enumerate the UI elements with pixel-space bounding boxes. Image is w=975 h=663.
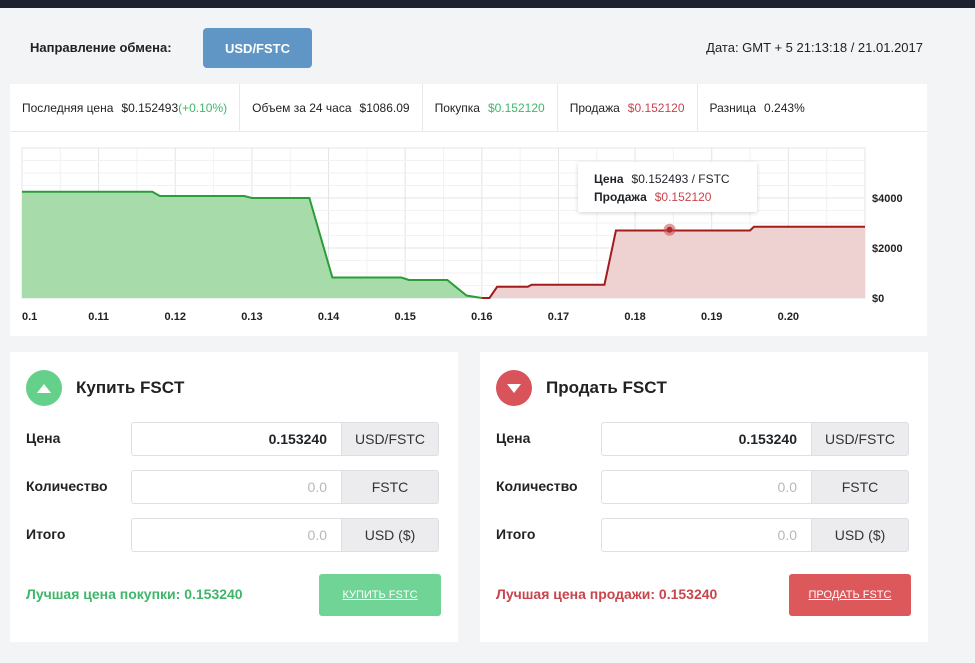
buy-qty-input[interactable]: 0.0 — [131, 470, 341, 504]
buy-title-text: Купить FSCT — [76, 378, 185, 397]
stat-label: Продажа — [569, 101, 620, 115]
stat-value: $0.152493 — [121, 101, 179, 115]
stat-last-price: Последняя цена $0.152493 (+0.10%) — [10, 84, 241, 132]
y-tick-label: $0 — [872, 293, 884, 305]
sell-price-unit: USD/FSTC — [811, 422, 909, 456]
tooltip-sell-label: Продажа — [594, 190, 647, 204]
hover-marker — [666, 226, 673, 233]
top-bar — [0, 0, 975, 8]
sell-title-text: Продать FSCT — [546, 378, 667, 397]
best-buy-price: Лучшая цена покупки: 0.153240 — [26, 586, 243, 602]
buy-total-input[interactable]: 0.0 — [131, 518, 341, 552]
x-tick-label: 0.19 — [701, 311, 722, 323]
sell-button[interactable]: ПРОДАТЬ FSTC — [789, 574, 911, 616]
y-tick-label: $2000 — [872, 243, 903, 255]
buy-price-unit: USD/FSTC — [341, 422, 439, 456]
sell-qty-label: Количество — [496, 478, 578, 494]
buy-qty-row: Количество 0.0 FSTC — [26, 470, 440, 504]
price-change: (+0.10%) — [178, 101, 228, 115]
sell-form-title: Продать FSCT — [496, 370, 667, 406]
x-tick-label: 0.20 — [778, 311, 799, 323]
x-tick-label: 0.1 — [22, 311, 37, 323]
pair-select-button[interactable]: USD/FSTC — [203, 28, 312, 68]
buy-total-unit: USD ($) — [341, 518, 439, 552]
stat-label: Разница — [709, 101, 757, 115]
stat-spread: Разница 0.243% — [698, 84, 817, 132]
sell-price-input[interactable]: 0.153240 — [601, 422, 811, 456]
arrow-up-icon — [26, 370, 62, 406]
x-tick-label: 0.15 — [394, 311, 415, 323]
buy-price-row: Цена 0.153240 USD/FSTC — [26, 422, 440, 456]
sell-total-input[interactable]: 0.0 — [601, 518, 811, 552]
tooltip-price-value: $0.152493 / FSTC — [631, 172, 730, 186]
buy-price-label: Цена — [26, 430, 61, 446]
stat-value: 0.243% — [764, 101, 805, 115]
depth-chart: 0.1 0.11 0.12 0.13 0.14 0.15 0.16 0.17 0.18 0.19 0… — [10, 132, 927, 336]
buy-price-input[interactable]: 0.153240 — [131, 422, 341, 456]
tooltip-sell-value: $0.152120 — [654, 190, 712, 204]
sell-qty-unit: FSTC — [811, 470, 909, 504]
sell-form: Продать FSCT Цена 0.153240 USD/FSTC Коли… — [480, 352, 928, 642]
sell-total-unit: USD ($) — [811, 518, 909, 552]
arrow-down-icon — [496, 370, 532, 406]
buy-total-row: Итого 0.0 USD ($) — [26, 518, 440, 552]
x-tick-label: 0.18 — [624, 311, 645, 323]
best-sell-price: Лучшая цена продажи: 0.153240 — [496, 586, 718, 602]
x-tick-label: 0.11 — [88, 311, 109, 323]
sell-price-row: Цена 0.153240 USD/FSTC — [496, 422, 910, 456]
stat-value: $0.152120 — [487, 101, 545, 115]
chart-tooltip: Цена $0.152493 / FSTC Продажа $0.152120 — [578, 162, 757, 212]
x-tick-label: 0.13 — [241, 311, 262, 323]
tooltip-price-label: Цена — [594, 172, 624, 186]
date-time: Дата: GMT + 5 21:13:18 / 21.01.2017 — [706, 40, 923, 55]
x-tick-label: 0.17 — [548, 311, 569, 323]
depth-chart-svg: 0.1 0.11 0.12 0.13 0.14 0.15 0.16 0.17 0.18 0.19 0… — [21, 147, 903, 323]
buy-form-title: Купить FSCT — [26, 370, 184, 406]
exchange-header: Направление обмена: USD/FSTC Дата: GMT +… — [0, 8, 975, 84]
stat-value: $0.152120 — [627, 101, 685, 115]
stat-label: Покупка — [434, 101, 480, 115]
direction-label: Направление обмена: — [30, 40, 172, 55]
x-tick-label: 0.16 — [471, 311, 492, 323]
sell-total-row: Итого 0.0 USD ($) — [496, 518, 910, 552]
market-stats: Последняя цена $0.152493 (+0.10%) Объем … — [10, 84, 927, 132]
stat-sell: Продажа $0.152120 — [558, 84, 698, 132]
y-tick-label: $4000 — [872, 193, 903, 205]
buy-qty-label: Количество — [26, 478, 108, 494]
sell-price-label: Цена — [496, 430, 531, 446]
stat-label: Объем за 24 часа — [252, 101, 352, 115]
buy-qty-unit: FSTC — [341, 470, 439, 504]
stat-buy: Покупка $0.152120 — [423, 84, 558, 132]
stat-value: $1086.09 — [359, 101, 410, 115]
stat-volume: Объем за 24 часа $1086.09 — [240, 84, 423, 132]
sell-qty-row: Количество 0.0 FSTC — [496, 470, 910, 504]
buy-total-label: Итого — [26, 526, 66, 542]
x-tick-label: 0.14 — [318, 311, 340, 323]
sell-total-label: Итого — [496, 526, 536, 542]
x-tick-label: 0.12 — [165, 311, 186, 323]
sell-qty-input[interactable]: 0.0 — [601, 470, 811, 504]
buy-form: Купить FSCT Цена 0.153240 USD/FSTC Колич… — [10, 352, 458, 642]
stat-label: Последняя цена — [22, 101, 114, 115]
buy-button[interactable]: КУПИТЬ FSTC — [319, 574, 441, 616]
